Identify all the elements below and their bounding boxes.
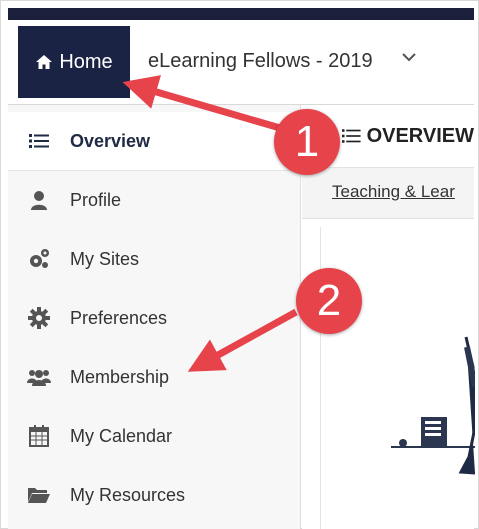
callout-badge-2: 2 [296,268,362,334]
sidebar-item-preferences[interactable]: Preferences [8,289,300,347]
gears-icon [26,246,52,272]
sidebar-item-label: My Sites [70,248,140,269]
chevron-down-icon[interactable] [400,50,418,64]
callout-badge-1: 1 [274,109,340,175]
page-title: OVERVIEW [366,124,474,147]
sidebar-item-membership[interactable]: Membership [8,348,300,406]
home-icon [36,55,53,69]
sidebar-item-label: My Resources [70,484,186,505]
list-icon [26,128,52,154]
home-button[interactable]: Home [18,26,130,98]
sidebar-item-label: Overview [70,130,151,151]
users-icon [26,364,52,390]
list-icon [342,129,361,143]
sidebar-item-overview[interactable]: Overview [8,112,300,171]
sidebar-item-my-calendar[interactable]: My Calendar [8,407,300,465]
gear-icon [26,305,52,331]
header-bar: Home eLearning Fellows - 2019 [8,20,474,105]
tab-row: Teaching & Lear [302,167,474,219]
top-strip [8,8,474,20]
site-title[interactable]: eLearning Fellows - 2019 [148,50,373,73]
sidebar-item-label: Profile [70,189,122,210]
sidebar-item-label: Preferences [70,307,168,328]
tab-link-teaching[interactable]: Teaching & Lear [332,182,455,202]
sidebar-item-label: My Calendar [70,425,173,446]
folder-open-icon [26,482,52,508]
sidebar: Overview Profile My Sites Preferences Me… [8,105,301,529]
calendar-icon [26,423,52,449]
sidebar-item-my-sites[interactable]: My Sites [8,230,300,288]
home-label: Home [59,50,113,73]
user-icon [26,187,52,213]
sidebar-item-profile[interactable]: Profile [8,171,300,229]
sidebar-item-label: Membership [70,366,170,387]
sidebar-item-my-resources[interactable]: My Resources [8,466,300,524]
